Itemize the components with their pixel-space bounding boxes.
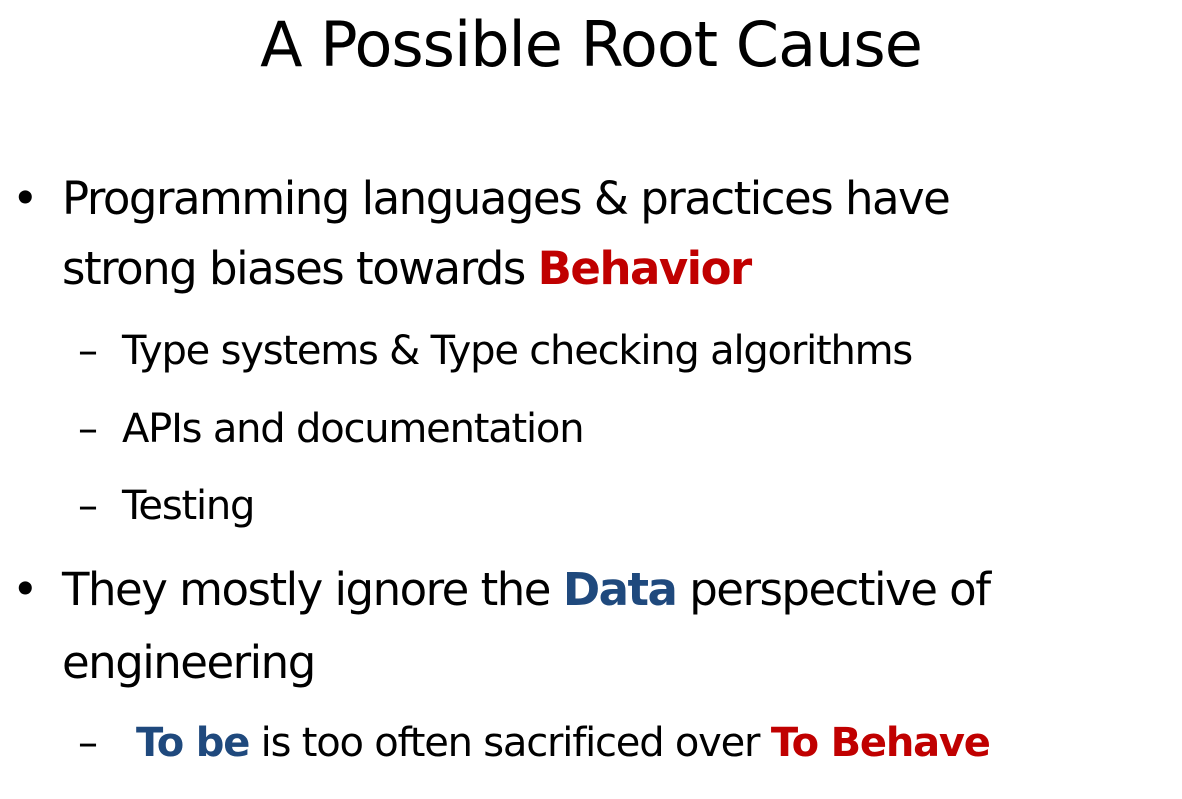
- bullet-1-line-1: Programming languages & practices have: [62, 172, 951, 225]
- emphasis-to-be: To be: [136, 720, 250, 766]
- bullet-2-line-2: engineering: [62, 636, 316, 689]
- slide-title: A Possible Root Cause: [260, 8, 923, 81]
- bullet-dot: •: [12, 563, 39, 616]
- emphasis-to-behave: To Behave: [770, 720, 991, 766]
- emphasis-behavior: Behavior: [537, 242, 753, 295]
- bullet-2-pre: They mostly ignore the: [62, 563, 563, 616]
- sub-bullet-4-mid: is too often sacrificed over: [249, 720, 771, 766]
- dash-marker: –: [78, 720, 98, 766]
- bullet-dot: •: [12, 172, 39, 225]
- dash-marker: –: [78, 328, 98, 374]
- sub-bullet-4: To be is too often sacrificed over To Be…: [136, 720, 991, 766]
- dash-marker: –: [78, 483, 98, 529]
- sub-bullet-1: Type systems & Type checking algorithms: [122, 328, 913, 374]
- bullet-1-line-2: strong biases towards Behavior: [62, 242, 753, 295]
- emphasis-data: Data: [562, 563, 678, 616]
- sub-bullet-3: Testing: [122, 483, 255, 529]
- bullet-2-post: perspective of: [676, 563, 991, 616]
- dash-marker: –: [78, 406, 98, 452]
- bullet-2-line-1: They mostly ignore the Data perspective …: [62, 563, 991, 616]
- sub-bullet-2: APIs and documentation: [122, 406, 585, 452]
- bullet-1-text: strong biases towards: [62, 242, 538, 295]
